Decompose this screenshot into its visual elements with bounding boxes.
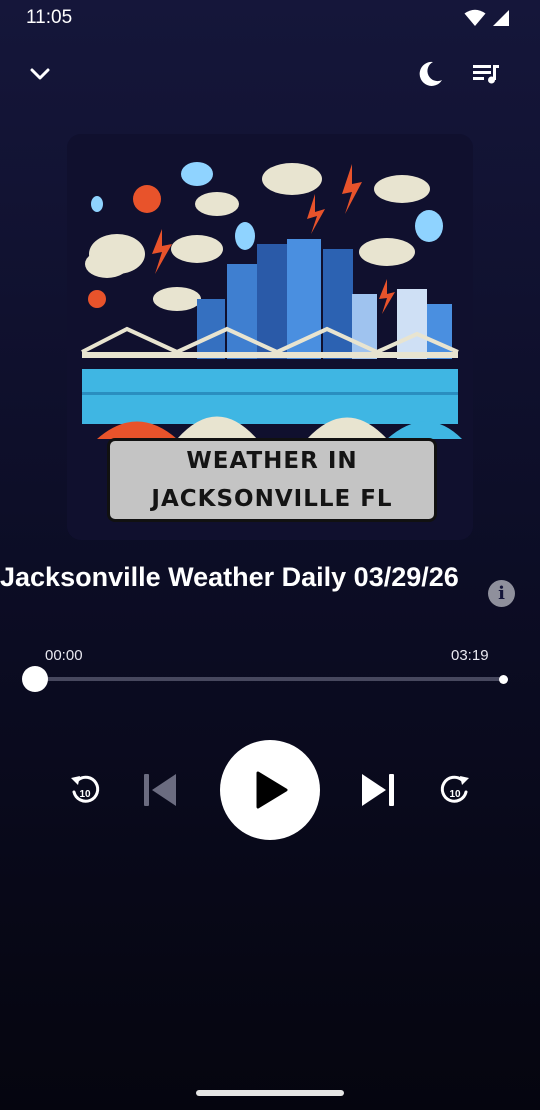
episode-title-text: Jacksonville Weather Daily 03/29/26: [0, 562, 459, 592]
episode-title: Jacksonville Weather Daily 03/29/26: [0, 562, 486, 598]
podcast-artwork: WEATHER IN JACKSONVILLE FL: [67, 134, 473, 540]
previous-button[interactable]: [138, 768, 182, 812]
wifi-icon: [464, 9, 486, 26]
episode-info-button[interactable]: i: [488, 580, 515, 607]
cellular-signal-icon: [493, 10, 509, 26]
rewind-seconds-label: 10: [79, 789, 91, 800]
play-button[interactable]: [220, 740, 320, 840]
seek-bar-end-dot: [499, 675, 508, 684]
home-indicator[interactable]: [196, 1090, 344, 1096]
forward-seconds-label: 10: [449, 789, 461, 800]
status-bar: 11:05: [0, 0, 540, 36]
artwork-title-line1: WEATHER IN: [186, 448, 358, 474]
seek-thumb[interactable]: [22, 666, 48, 692]
skip-next-icon: [362, 774, 394, 806]
seek-bar[interactable]: [35, 677, 504, 681]
skip-previous-icon: [144, 774, 176, 806]
forward-10-button[interactable]: 10: [436, 770, 474, 808]
total-duration: 03:19: [451, 647, 489, 664]
elapsed-time: 00:00: [45, 647, 83, 664]
collapse-player-button[interactable]: [22, 52, 58, 96]
info-icon: i: [498, 583, 505, 604]
play-icon: [256, 771, 288, 809]
moon-icon: [419, 61, 442, 86]
top-bar: [0, 52, 540, 96]
status-time: 11:05: [26, 7, 73, 28]
replay-10-icon: 10: [71, 775, 100, 803]
queue-button[interactable]: [466, 52, 506, 96]
status-icons: [464, 9, 510, 27]
queue-music-icon: [473, 65, 499, 84]
forward-10-icon: 10: [440, 775, 469, 803]
chevron-down-icon: [30, 68, 50, 80]
next-button[interactable]: [356, 768, 400, 812]
sleep-timer-button[interactable]: [410, 52, 450, 96]
artwork-title-box: WEATHER IN JACKSONVILLE FL: [107, 438, 437, 522]
artwork-title-line2: JACKSONVILLE FL: [151, 486, 393, 512]
rewind-10-button[interactable]: 10: [66, 770, 104, 808]
